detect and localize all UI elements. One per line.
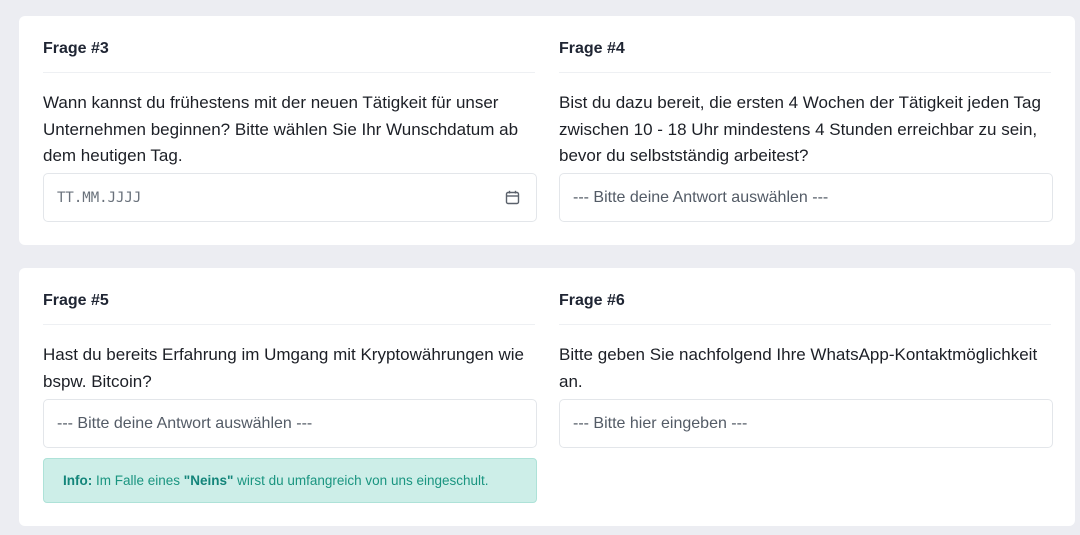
- question-title: Frage #6: [559, 292, 625, 309]
- input-placeholder: --- Bitte hier eingeben ---: [573, 414, 748, 432]
- question-title: Frage #3: [43, 40, 109, 57]
- question-card-bottom: Frage #5 Hast du bereits Erfahrung im Um…: [19, 268, 1075, 526]
- info-emphasis: "Neins": [183, 473, 234, 488]
- date-input[interactable]: TT.MM.JJJJ: [43, 173, 537, 222]
- answer-select[interactable]: --- Bitte deine Antwort auswählen ---: [559, 173, 1053, 222]
- question-title: Frage #4: [559, 40, 625, 57]
- answer-select[interactable]: --- Bitte deine Antwort auswählen ---: [43, 399, 537, 448]
- info-text-after: wirst du umfangreich von uns eingeschult…: [233, 473, 489, 488]
- calendar-icon[interactable]: [505, 190, 520, 205]
- question-title: Frage #5: [43, 292, 109, 309]
- divider: [43, 324, 535, 325]
- info-alert: Info: Im Falle eines "Neins" wirst du um…: [43, 458, 537, 503]
- question-text: Bist du dazu bereit, die ersten 4 Wochen…: [559, 93, 1041, 165]
- select-placeholder: --- Bitte deine Antwort auswählen ---: [57, 414, 313, 432]
- whatsapp-input[interactable]: --- Bitte hier eingeben ---: [559, 399, 1053, 448]
- info-text-before: Im Falle eines: [92, 473, 184, 488]
- info-label: Info:: [63, 473, 93, 488]
- divider: [43, 72, 535, 73]
- question-card-top: Frage #3 Wann kannst du frühestens mit d…: [19, 16, 1075, 245]
- divider: [559, 72, 1051, 73]
- question-text: Wann kannst du frühestens mit der neuen …: [43, 93, 519, 165]
- divider: [559, 324, 1051, 325]
- select-placeholder: --- Bitte deine Antwort auswählen ---: [573, 188, 829, 206]
- question-text: Hast du bereits Erfahrung im Umgang mit …: [43, 345, 524, 391]
- date-placeholder: TT.MM.JJJJ: [57, 189, 142, 206]
- question-text: Bitte geben Sie nachfolgend Ihre WhatsAp…: [559, 345, 1038, 391]
